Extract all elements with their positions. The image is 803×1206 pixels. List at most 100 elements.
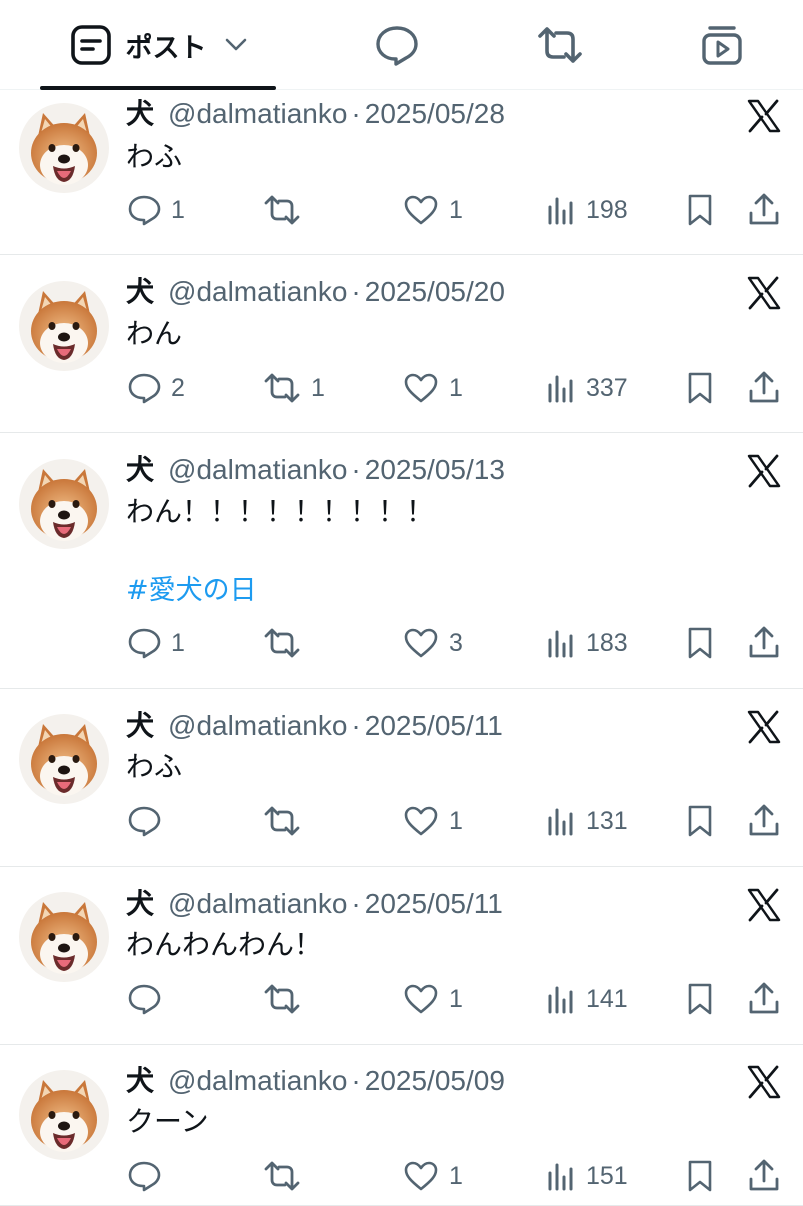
- like-count: 1: [449, 806, 463, 835]
- repost-button[interactable]: [263, 623, 311, 663]
- bookmark-button[interactable]: [686, 190, 714, 230]
- share-button[interactable]: [748, 1156, 780, 1196]
- views-button[interactable]: 198: [546, 190, 628, 230]
- profile-tab-bar: ポスト: [0, 0, 803, 90]
- x-logo-icon[interactable]: [746, 1064, 782, 1100]
- post-header: 犬 @dalmatianko · 2025/05/13: [126, 452, 505, 488]
- like-button[interactable]: 1: [403, 190, 463, 230]
- post-header: 犬 @dalmatianko · 2025/05/09: [126, 1063, 505, 1099]
- user-handle[interactable]: @dalmatianko: [168, 708, 347, 744]
- avatar[interactable]: [19, 281, 109, 371]
- heart-icon: [403, 627, 439, 659]
- reply-icon: [127, 194, 161, 226]
- heart-icon: [403, 372, 439, 404]
- post-item[interactable]: 犬 @dalmatianko · 2025/05/11 わふ 1 131: [0, 690, 803, 867]
- tab-media[interactable]: [680, 0, 764, 90]
- repost-button[interactable]: 1: [263, 368, 325, 408]
- posts-tab-label: ポスト: [125, 32, 207, 63]
- repost-button[interactable]: [263, 979, 311, 1019]
- views-button[interactable]: 131: [546, 801, 628, 841]
- reply-button[interactable]: 1: [127, 190, 185, 230]
- avatar[interactable]: [19, 892, 109, 982]
- post-item[interactable]: 犬 @dalmatianko · 2025/05/13 わん！！！！！！！！！ …: [0, 434, 803, 689]
- chevron-down-icon[interactable]: [225, 38, 247, 52]
- bookmark-button[interactable]: [686, 801, 714, 841]
- x-logo-icon[interactable]: [746, 453, 782, 489]
- like-button[interactable]: 3: [403, 623, 463, 663]
- avatar[interactable]: [19, 714, 109, 804]
- display-name[interactable]: 犬: [126, 708, 154, 744]
- display-name[interactable]: 犬: [126, 274, 154, 310]
- avatar[interactable]: [19, 459, 109, 549]
- display-name[interactable]: 犬: [126, 96, 154, 132]
- repost-button[interactable]: [263, 801, 311, 841]
- avatar[interactable]: [19, 103, 109, 193]
- like-button[interactable]: 1: [403, 979, 463, 1019]
- post-item[interactable]: 犬 @dalmatianko · 2025/05/28 わふ 1 1 198: [0, 91, 803, 255]
- bookmark-button[interactable]: [686, 979, 714, 1019]
- views-button[interactable]: 337: [546, 368, 628, 408]
- share-icon: [748, 626, 780, 660]
- reply-button[interactable]: [127, 979, 171, 1019]
- hashtag-link[interactable]: #愛犬の日: [126, 573, 257, 609]
- bookmark-icon: [686, 804, 714, 838]
- x-logo-icon[interactable]: [746, 275, 782, 311]
- views-button[interactable]: 151: [546, 1156, 628, 1196]
- share-button[interactable]: [748, 623, 780, 663]
- views-button[interactable]: 141: [546, 979, 628, 1019]
- post-date[interactable]: 2025/05/11: [365, 886, 503, 922]
- post-date[interactable]: 2025/05/20: [365, 274, 505, 310]
- like-button[interactable]: 1: [403, 801, 463, 841]
- tab-replies[interactable]: [355, 0, 439, 90]
- post-date[interactable]: 2025/05/09: [365, 1063, 505, 1099]
- post-date[interactable]: 2025/05/28: [365, 96, 505, 132]
- post-date[interactable]: 2025/05/11: [365, 708, 503, 744]
- repost-button[interactable]: [263, 1156, 311, 1196]
- avatar[interactable]: [19, 1070, 109, 1160]
- reply-button[interactable]: 1: [127, 623, 185, 663]
- reply-icon: [127, 372, 161, 404]
- post-text: クーン: [126, 1105, 209, 1138]
- user-handle[interactable]: @dalmatianko: [168, 452, 347, 488]
- views-chart-icon: [546, 984, 576, 1014]
- share-button[interactable]: [748, 801, 780, 841]
- x-logo-icon[interactable]: [746, 709, 782, 745]
- post-date[interactable]: 2025/05/13: [365, 452, 505, 488]
- share-button[interactable]: [748, 979, 780, 1019]
- views-chart-icon: [546, 195, 576, 225]
- reply-button[interactable]: 2: [127, 368, 185, 408]
- x-logo-icon[interactable]: [746, 98, 782, 134]
- user-handle[interactable]: @dalmatianko: [168, 96, 347, 132]
- bookmark-button[interactable]: [686, 623, 714, 663]
- like-button[interactable]: 1: [403, 1156, 463, 1196]
- share-icon: [748, 982, 780, 1016]
- tab-posts[interactable]: ポスト: [40, 0, 276, 90]
- like-count: 3: [449, 628, 463, 657]
- post-item[interactable]: 犬 @dalmatianko · 2025/05/09 クーン 1 151: [0, 1046, 803, 1206]
- share-button[interactable]: [748, 368, 780, 408]
- reply-button[interactable]: [127, 1156, 171, 1196]
- user-handle[interactable]: @dalmatianko: [168, 274, 347, 310]
- bookmark-button[interactable]: [686, 1156, 714, 1196]
- post-item[interactable]: 犬 @dalmatianko · 2025/05/11 わんわんわん！ 1 14…: [0, 868, 803, 1045]
- share-button[interactable]: [748, 190, 780, 230]
- reply-count: 2: [171, 373, 185, 402]
- display-name[interactable]: 犬: [126, 1063, 154, 1099]
- views-button[interactable]: 183: [546, 623, 628, 663]
- reply-button[interactable]: [127, 801, 171, 841]
- like-button[interactable]: 1: [403, 368, 463, 408]
- reply-count: 1: [171, 195, 185, 224]
- heart-icon: [403, 1160, 439, 1192]
- bookmark-icon: [686, 371, 714, 405]
- user-handle[interactable]: @dalmatianko: [168, 886, 347, 922]
- repost-button[interactable]: [263, 190, 311, 230]
- user-handle[interactable]: @dalmatianko: [168, 1063, 347, 1099]
- bookmark-icon: [686, 193, 714, 227]
- bookmark-button[interactable]: [686, 368, 714, 408]
- display-name[interactable]: 犬: [126, 886, 154, 922]
- x-logo-icon[interactable]: [746, 887, 782, 923]
- tab-reposts[interactable]: [518, 0, 602, 90]
- display-name[interactable]: 犬: [126, 452, 154, 488]
- post-text: わん: [126, 317, 183, 350]
- post-item[interactable]: 犬 @dalmatianko · 2025/05/20 わん 2 1 1 337: [0, 256, 803, 433]
